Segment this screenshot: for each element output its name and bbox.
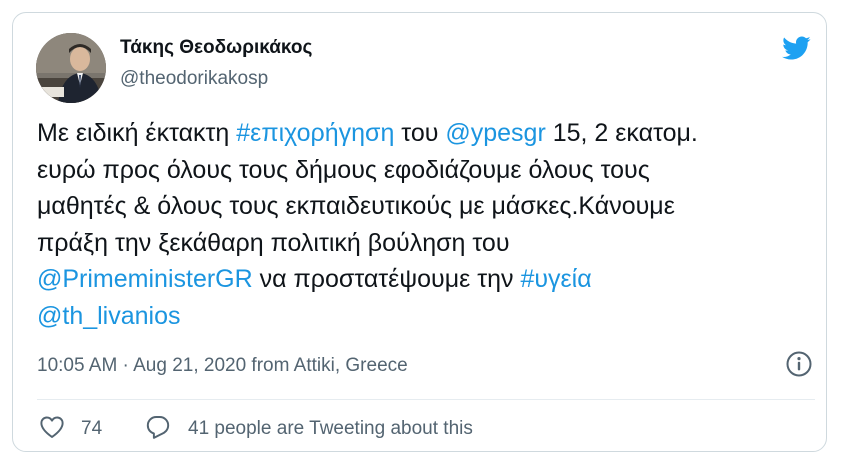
tweet-card: Τάκης Θεοδωρικάκος @theodorikakosp Με ει…: [12, 12, 827, 452]
like-count[interactable]: 74: [81, 418, 102, 440]
hashtag-link[interactable]: #επιχορήγηση: [236, 119, 394, 147]
text-segment: ευρώ προς όλους τους δήμους εφοδιάζουμε …: [37, 155, 650, 184]
mention-link[interactable]: @ypesgr: [445, 119, 545, 147]
people-tweeting-link[interactable]: 41 people are Tweeting about this: [188, 418, 473, 440]
mention-link[interactable]: @th_livanios: [37, 302, 181, 330]
heart-icon[interactable]: [39, 414, 65, 440]
avatar[interactable]: [36, 33, 106, 103]
tweet-text: Με ειδική έκτακτη #επιχορήγηση του @ypes…: [37, 115, 817, 334]
tweet-line: πράξη την ξεκάθαρη πολιτική βούληση του: [37, 225, 817, 262]
tweet-line: μαθητές & όλους τους εκπαιδευτικούς με μ…: [37, 188, 817, 225]
mention-link[interactable]: @PrimeministerGR: [37, 265, 253, 293]
divider: [37, 399, 815, 400]
text-segment: του: [394, 119, 446, 147]
info-icon[interactable]: [785, 350, 813, 378]
speech-bubble-icon[interactable]: [145, 414, 171, 440]
hashtag-link[interactable]: #υγεία: [520, 265, 591, 293]
author-name[interactable]: Τάκης Θεοδωρικάκος: [120, 37, 312, 59]
tweet-line: ευρώ προς όλους τους δήμους εφοδιάζουμε …: [37, 152, 817, 189]
tweet-line: Με ειδική έκτακτη #επιχορήγηση του @ypes…: [37, 115, 817, 152]
text-segment: μαθητές & όλους τους εκπαιδευτικούς με μ…: [37, 192, 675, 220]
tweet-line: @PrimeministerGR να προστατέψουμε την #υ…: [37, 261, 817, 298]
tweet-timestamp[interactable]: 10:05 AM · Aug 21, 2020 from Attiki, Gre…: [37, 355, 408, 377]
text-segment: 15, 2 εκατομ.: [545, 119, 698, 147]
tweet-line: @th_livanios: [37, 298, 817, 335]
twitter-bird-icon[interactable]: [779, 33, 813, 63]
avatar-photo: [36, 33, 106, 103]
text-segment: πράξη την ξεκάθαρη πολιτική βούληση του: [37, 228, 510, 257]
author-handle[interactable]: @theodorikakosp: [120, 68, 268, 90]
text-segment: Με ειδική έκτακτη: [37, 119, 237, 147]
text-segment: να προστατέψουμε την: [252, 265, 521, 293]
